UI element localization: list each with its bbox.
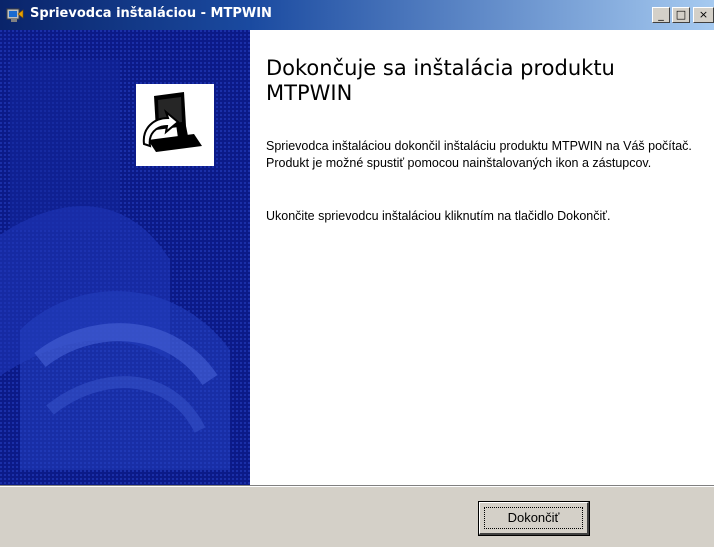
finish-button-label: Dokončiť [507,510,560,525]
installer-computer-icon [142,92,202,152]
maximize-icon: □ [675,8,687,21]
installer-window: Sprievodca inštaláciou - MTPWIN _ □ × Do… [0,0,714,547]
maximize-button[interactable]: □ [672,7,690,23]
close-icon: × [698,8,709,21]
wizard-banner [0,30,250,485]
close-button[interactable]: × [693,7,714,23]
finish-button[interactable]: Dokončiť [478,501,590,536]
completion-description: Sprievodca inštaláciou dokončil inštalác… [266,139,692,170]
minimize-button[interactable]: _ [652,7,670,23]
minimize-icon: _ [658,8,664,21]
window-title: Sprievodca inštaláciou - MTPWIN [30,6,272,21]
wizard-content: Dokončuje sa inštalácia produktu MTPWIN … [250,30,714,485]
finish-instruction: Ukončite sprievodcu inštaláciou kliknutí… [266,209,611,223]
setup-app-icon [6,8,24,22]
title-bar[interactable]: Sprievodca inštaláciou - MTPWIN _ □ × [0,0,714,30]
page-title: Dokončuje sa inštalácia produktu MTPWIN [266,56,615,105]
installer-logo [136,84,214,166]
footer-divider [0,485,714,487]
